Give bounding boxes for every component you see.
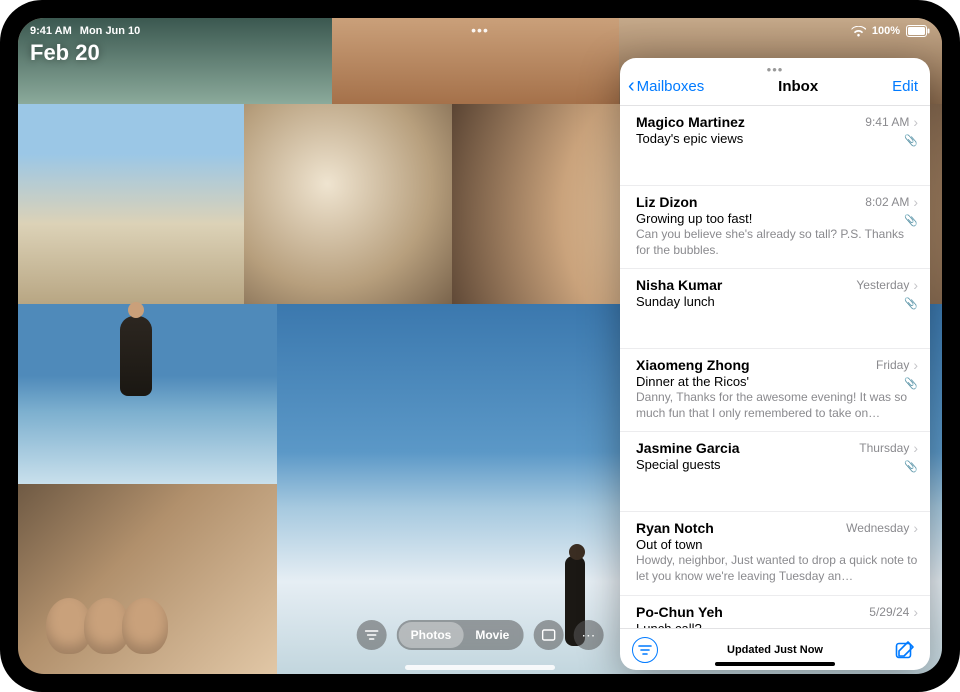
chevron-right-icon: ›: [913, 194, 918, 210]
status-bar: 9:41 AM Mon Jun 10 100%: [18, 20, 942, 42]
photos-bottom-toolbar: Photos Movie ⋯: [357, 618, 604, 652]
photos-date-header: Feb 20: [30, 40, 100, 66]
mail-message-row[interactable]: Liz Dizon 8:02 AM › Growing up too fast!…: [620, 186, 930, 269]
mail-time: Thursday: [859, 441, 909, 455]
mail-message-row[interactable]: Po-Chun Yeh 5/29/24 › Lunch call?: [620, 596, 930, 628]
mail-time: 9:41 AM: [865, 115, 909, 129]
mail-subject: Special guests: [636, 457, 918, 472]
mail-time: Yesterday: [856, 278, 909, 292]
segmented-movie[interactable]: Movie: [463, 622, 521, 648]
attachment-icon: 📎: [904, 214, 918, 227]
mail-sender: Jasmine Garcia: [636, 440, 740, 456]
aspect-icon[interactable]: [533, 620, 563, 650]
mail-message-list[interactable]: Magico Martinez 9:41 AM › Today's epic v…: [620, 106, 930, 628]
mail-preview: Can you believe she's already so tall? P…: [636, 227, 918, 258]
mail-sender: Nisha Kumar: [636, 277, 722, 293]
ipad-screen: 9:41 AM Mon Jun 10 100% ••• Feb 20: [18, 18, 942, 674]
compose-button[interactable]: [892, 637, 918, 663]
wifi-icon: [851, 26, 866, 37]
mail-subject: Growing up too fast!: [636, 211, 918, 226]
filter-icon[interactable]: [357, 620, 387, 650]
photo-thumbnail[interactable]: [18, 104, 244, 304]
status-date: Mon Jun 10: [80, 25, 141, 37]
mail-sender: Magico Martinez: [636, 114, 745, 130]
attachment-icon: 📎: [904, 377, 918, 390]
mailboxes-back-label: Mailboxes: [637, 78, 705, 95]
mail-preview: [636, 147, 918, 175]
segmented-photos-label: Photos: [411, 628, 452, 642]
mail-preview: Howdy, neighbor, Just wanted to drop a q…: [636, 553, 918, 584]
mail-sender: Xiaomeng Zhong: [636, 357, 750, 373]
filter-mail-button[interactable]: [632, 637, 658, 663]
more-icon[interactable]: ⋯: [573, 620, 603, 650]
photos-view-segmented: Photos Movie: [397, 620, 524, 650]
chevron-right-icon: ›: [913, 520, 918, 536]
segmented-movie-label: Movie: [475, 628, 509, 642]
chevron-right-icon: ›: [913, 604, 918, 620]
mail-sender: Liz Dizon: [636, 194, 697, 210]
mail-slideover-panel: ••• ‹ Mailboxes Inbox Edit Magico Martin…: [620, 58, 930, 670]
attachment-icon: 📎: [904, 297, 918, 310]
mail-subject: Sunday lunch: [636, 294, 918, 309]
mail-preview: Danny, Thanks for the awesome evening! I…: [636, 390, 918, 421]
mail-time: 8:02 AM: [865, 195, 909, 209]
attachment-icon: 📎: [904, 134, 918, 147]
photo-faces: [46, 598, 160, 654]
chevron-right-icon: ›: [913, 114, 918, 130]
mail-message-row[interactable]: Magico Martinez 9:41 AM › Today's epic v…: [620, 106, 930, 186]
battery-icon: [906, 25, 930, 37]
mail-subject: Today's epic views: [636, 131, 918, 146]
mail-preview: [636, 310, 918, 338]
mail-subject: Lunch call?: [636, 621, 918, 628]
mail-sender: Po-Chun Yeh: [636, 604, 723, 620]
chevron-right-icon: ›: [913, 277, 918, 293]
mail-time: Wednesday: [846, 521, 909, 535]
mailboxes-back-button[interactable]: ‹ Mailboxes: [628, 78, 704, 95]
slideover-home-indicator[interactable]: [715, 662, 835, 666]
mail-edit-button[interactable]: Edit: [892, 78, 918, 95]
mail-subject: Out of town: [636, 537, 918, 552]
status-time: 9:41 AM: [30, 25, 72, 37]
mail-preview: [636, 473, 918, 501]
mail-title: Inbox: [778, 78, 818, 95]
photo-person-silhouette: [120, 316, 152, 396]
segmented-photos[interactable]: Photos: [399, 622, 464, 648]
home-indicator[interactable]: [405, 665, 555, 670]
ipad-device-frame: 9:41 AM Mon Jun 10 100% ••• Feb 20: [0, 0, 960, 692]
mail-message-row[interactable]: Jasmine Garcia Thursday › Special guests…: [620, 432, 930, 512]
attachment-icon: 📎: [904, 460, 918, 473]
chevron-right-icon: ›: [913, 357, 918, 373]
mail-subject: Dinner at the Ricos': [636, 374, 918, 389]
mail-sender: Ryan Notch: [636, 520, 714, 536]
battery-percent: 100%: [872, 25, 900, 37]
photo-thumbnail[interactable]: [244, 104, 452, 304]
mail-message-row[interactable]: Nisha Kumar Yesterday › Sunday lunch 📎: [620, 269, 930, 349]
chevron-right-icon: ›: [913, 440, 918, 456]
mail-time: 5/29/24: [869, 605, 909, 619]
mail-message-row[interactable]: Ryan Notch Wednesday › Out of town Howdy…: [620, 512, 930, 595]
mail-updated-status: Updated Just Now: [620, 644, 930, 656]
mail-time: Friday: [876, 358, 909, 372]
mail-message-row[interactable]: Xiaomeng Zhong Friday › Dinner at the Ri…: [620, 349, 930, 432]
slideover-handle-dots-icon[interactable]: •••: [620, 58, 930, 74]
mail-nav-bar: ‹ Mailboxes Inbox Edit: [620, 74, 930, 106]
chevron-left-icon: ‹: [628, 79, 635, 93]
